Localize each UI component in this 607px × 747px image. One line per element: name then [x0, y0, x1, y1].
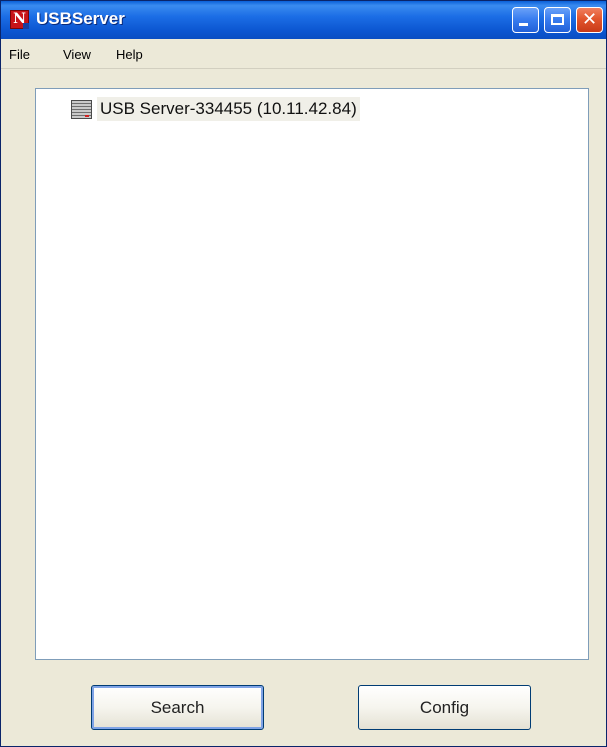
app-icon[interactable]: N [10, 10, 29, 29]
close-button[interactable]: ✕ [576, 7, 603, 33]
menu-view[interactable]: View [63, 47, 91, 62]
server-icon [71, 100, 92, 119]
minimize-button[interactable] [512, 7, 539, 33]
minimize-icon [519, 23, 528, 26]
menu-file[interactable]: File [9, 47, 30, 62]
title-bar[interactable]: N USBServer ✕ [1, 1, 606, 39]
menu-bar: File View Help [1, 39, 606, 69]
config-button[interactable]: Config [358, 685, 531, 730]
server-tree[interactable]: USB Server-334455 (10.11.42.84) [35, 88, 589, 660]
usbserver-window: N USBServer ✕ File View Help USB Server-… [0, 0, 607, 747]
maximize-icon [551, 14, 564, 25]
search-button[interactable]: Search [91, 685, 264, 730]
tree-node-label: USB Server-334455 (10.11.42.84) [97, 97, 360, 121]
window-title: USBServer [36, 9, 125, 28]
close-icon: ✕ [581, 9, 598, 30]
maximize-button[interactable] [544, 7, 571, 33]
menu-help[interactable]: Help [116, 47, 143, 62]
